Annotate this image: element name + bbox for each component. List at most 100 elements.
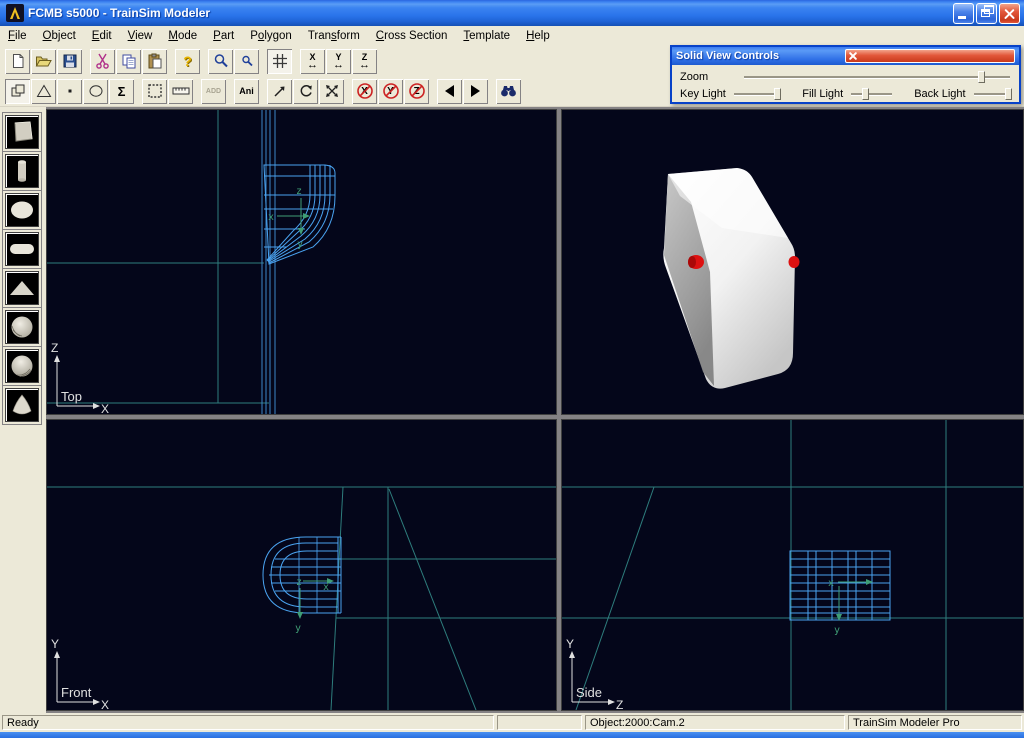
ellipse-icon <box>7 195 37 225</box>
scale-button[interactable] <box>319 79 344 104</box>
open-button[interactable] <box>31 49 56 74</box>
pivot-x-label: x <box>268 212 274 223</box>
marquee-icon <box>147 83 163 99</box>
viewport-perspective[interactable] <box>561 109 1024 415</box>
slider-thumb[interactable] <box>774 88 781 100</box>
lock-z-button[interactable]: Z <box>404 79 429 104</box>
axis-vertical-label: Y <box>566 637 574 651</box>
save-button[interactable] <box>57 49 82 74</box>
new-button[interactable] <box>5 49 30 74</box>
capsule-icon <box>7 234 37 264</box>
key-light-slider[interactable] <box>734 87 780 100</box>
menu-view[interactable]: View <box>120 28 161 44</box>
fill-light-slider[interactable] <box>851 87 892 100</box>
viewport-front[interactable]: z x y Y Front X <box>46 419 557 711</box>
pivot-x-label: x <box>828 578 834 589</box>
help-button[interactable]: ? <box>175 49 200 74</box>
axis-vertical-label: Y <box>51 637 59 651</box>
main-area: z y x Z Top X <box>0 107 1024 713</box>
next-button[interactable] <box>463 79 488 104</box>
primitive-box-button[interactable] <box>3 113 41 151</box>
find-button[interactable] <box>496 79 521 104</box>
no-x-icon <box>356 82 374 100</box>
restore-button[interactable] <box>976 3 997 24</box>
zoom-out-button[interactable] <box>234 49 259 74</box>
menu-help[interactable]: Help <box>518 28 558 44</box>
primitive-cone-button[interactable] <box>3 386 41 424</box>
back-light-slider[interactable] <box>974 87 1011 100</box>
paste-button[interactable] <box>142 49 167 74</box>
menu-polygon[interactable]: Polygon <box>242 28 300 44</box>
slider-thumb[interactable] <box>1005 88 1012 100</box>
menu-file[interactable]: File <box>0 28 35 44</box>
axis-vertical-label: Z <box>51 341 58 355</box>
lock-x-button[interactable]: X <box>352 79 377 104</box>
h-arrow-icon: ↔ <box>359 61 370 70</box>
axis-horizontal-label: X <box>101 698 109 710</box>
marquee-select-button[interactable] <box>142 79 167 104</box>
copy-button[interactable] <box>116 49 141 74</box>
cone-icon <box>7 390 37 420</box>
slider-thumb[interactable] <box>862 88 869 100</box>
menu-template[interactable]: Template <box>455 28 518 44</box>
measure-button[interactable] <box>168 79 193 104</box>
add-button[interactable]: ADD <box>201 79 226 104</box>
point-mode-button[interactable] <box>57 79 82 104</box>
zoom-in-button[interactable] <box>208 49 233 74</box>
viewport-grid: z y x Z Top X <box>46 107 1024 713</box>
mirror-z-button[interactable]: Z↔ <box>352 49 377 74</box>
move-button[interactable] <box>267 79 292 104</box>
right-lamp <box>789 256 800 268</box>
circle-mode-button[interactable] <box>83 79 108 104</box>
animation-button[interactable]: Ani <box>234 79 259 104</box>
pivot-z-label: z <box>296 577 302 588</box>
pivot-y-label: y <box>295 623 301 634</box>
primitive-ellipse-button[interactable] <box>3 191 41 229</box>
app-icon <box>6 4 24 22</box>
menubar: File Object Edit View Mode Part Polygon … <box>0 26 1024 46</box>
viewport-side[interactable]: x y Y Side Z <box>561 419 1024 711</box>
menu-transform[interactable]: Transform <box>300 28 368 44</box>
primitive-cylinder-button[interactable] <box>3 152 41 190</box>
lock-y-button[interactable]: Y <box>378 79 403 104</box>
cut-scissors-icon <box>95 53 110 69</box>
solid-model <box>663 168 799 389</box>
palette-close-button[interactable] <box>845 49 1016 63</box>
polygon-mode-button[interactable] <box>31 79 56 104</box>
primitive-hemisphere-button[interactable] <box>3 347 41 385</box>
pivot-y-label: y <box>297 239 303 250</box>
save-floppy-icon <box>62 53 78 69</box>
zoom-slider[interactable] <box>744 70 1010 83</box>
grid-toggle-button[interactable] <box>267 49 292 74</box>
mirror-x-button[interactable]: X↔ <box>300 49 325 74</box>
primitive-sphere-button[interactable] <box>3 308 41 346</box>
spline-mode-button[interactable]: Σ <box>109 79 134 104</box>
viewport-top[interactable]: z y x Z Top X <box>46 109 557 415</box>
fill-light-slider-label: Fill Light <box>802 88 843 100</box>
binoculars-icon <box>500 84 517 98</box>
object-mode-button[interactable] <box>5 79 30 104</box>
slider-thumb[interactable] <box>978 71 985 83</box>
titlebar[interactable]: FCMB s5000 - TrainSim Modeler <box>0 0 1024 26</box>
primitive-capsule-button[interactable] <box>3 230 41 268</box>
close-button[interactable] <box>999 3 1020 24</box>
palette-titlebar[interactable]: Solid View Controls <box>672 47 1019 65</box>
menu-edit[interactable]: Edit <box>84 28 120 44</box>
taskbar-edge <box>0 732 1024 738</box>
solid-view-controls-palette[interactable]: Solid View Controls Zoom Key Light Fill … <box>670 45 1021 104</box>
mirror-y-button[interactable]: Y↔ <box>326 49 351 74</box>
status-empty-panel <box>497 715 582 730</box>
rotate-button[interactable] <box>293 79 318 104</box>
sphere-icon <box>7 312 37 342</box>
menu-part[interactable]: Part <box>205 28 242 44</box>
cut-button[interactable] <box>90 49 115 74</box>
point-icon <box>66 87 74 95</box>
prev-arrow-icon <box>445 85 454 97</box>
primitive-wedge-button[interactable] <box>3 269 41 307</box>
no-z-icon <box>408 82 426 100</box>
menu-cross-section[interactable]: Cross Section <box>368 28 456 44</box>
minimize-button[interactable] <box>953 3 974 24</box>
menu-object[interactable]: Object <box>35 28 84 44</box>
previous-button[interactable] <box>437 79 462 104</box>
menu-mode[interactable]: Mode <box>160 28 205 44</box>
